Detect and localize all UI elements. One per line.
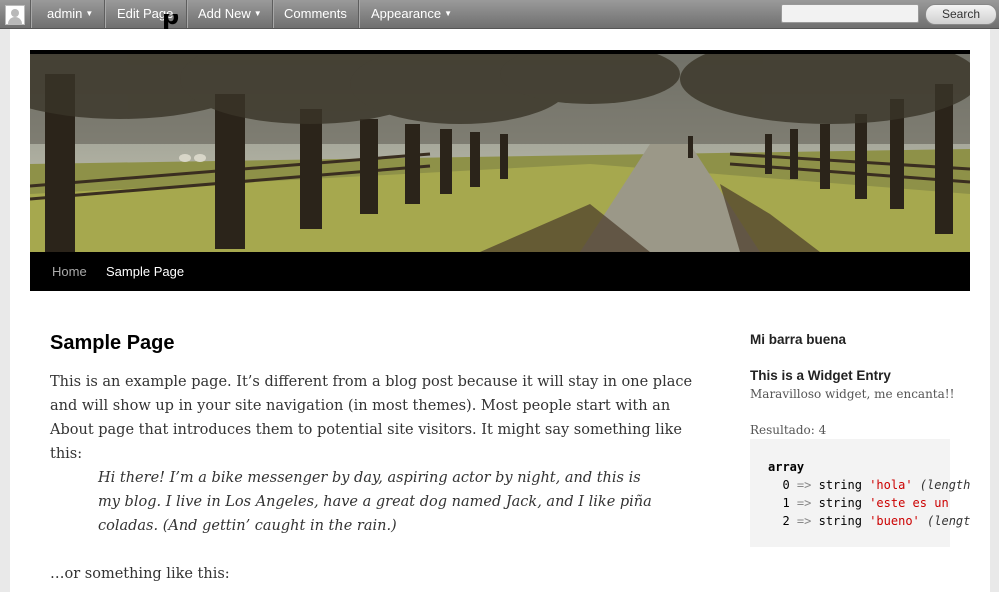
divider: [30, 0, 31, 28]
arrow-icon: =>: [796, 514, 812, 528]
site-title-fragment: p: [162, 14, 180, 30]
code-index: 0: [782, 478, 790, 492]
widget-entry-text: Maravilloso widget, me encanta!!: [750, 387, 955, 401]
avatar-icon[interactable]: [5, 5, 25, 25]
code-value: 'este es un: [869, 496, 949, 510]
appearance-menu[interactable]: Appearance ▼: [371, 0, 452, 28]
appearance-label: Appearance: [371, 6, 442, 21]
code-length: (length=4): [919, 478, 970, 492]
blockquote: Hi there! I’m a bike messenger by day, a…: [98, 470, 652, 534]
code-length: (length=5): [927, 514, 970, 528]
code-index: 1: [782, 496, 790, 510]
divider: [358, 0, 359, 28]
comments-link[interactable]: Comments: [284, 0, 347, 28]
header-image: [30, 54, 970, 252]
arrow-icon: =>: [796, 478, 812, 492]
site-nav: Home Sample Page: [30, 252, 970, 291]
arrow-icon: =>: [796, 496, 812, 510]
widget-title: Mi barra buena: [750, 332, 847, 347]
caret-down-icon: ▼: [85, 9, 94, 18]
result-text: Resultado: 4: [750, 423, 827, 437]
code-array-keyword: array: [768, 460, 805, 474]
divider: [104, 0, 105, 28]
widget-entry-title: This is a Widget Entry: [750, 368, 891, 383]
code-value: 'bueno': [869, 514, 920, 528]
nav-sample-page[interactable]: Sample Page: [106, 252, 184, 291]
code-type: string: [818, 496, 862, 510]
caret-down-icon: ▼: [253, 9, 262, 18]
code-dump: array 0 => string 'hola' (length=4) 1 =>…: [750, 439, 970, 547]
add-new-menu[interactable]: Add New ▼: [198, 0, 262, 28]
admin-menu[interactable]: admin ▼: [47, 0, 93, 28]
paragraph: …or something like this:: [50, 566, 230, 582]
search-button[interactable]: Search: [925, 4, 997, 25]
code-type: string: [818, 514, 862, 528]
code-value: 'hola': [869, 478, 913, 492]
page-title: Sample Page: [50, 332, 175, 354]
caret-down-icon: ▼: [444, 9, 453, 18]
code-index: 2: [782, 514, 790, 528]
intro-paragraph: This is an example page. It’s different …: [50, 374, 693, 462]
nav-home[interactable]: Home: [52, 252, 87, 291]
admin-label: admin: [47, 6, 83, 21]
code-type: string: [818, 478, 862, 492]
admin-bar: admin ▼ Edit Page Add New ▼ Comments Appea…: [0, 0, 999, 29]
search-input[interactable]: [781, 4, 919, 23]
divider: [272, 0, 273, 28]
add-new-label: Add New: [198, 6, 251, 21]
